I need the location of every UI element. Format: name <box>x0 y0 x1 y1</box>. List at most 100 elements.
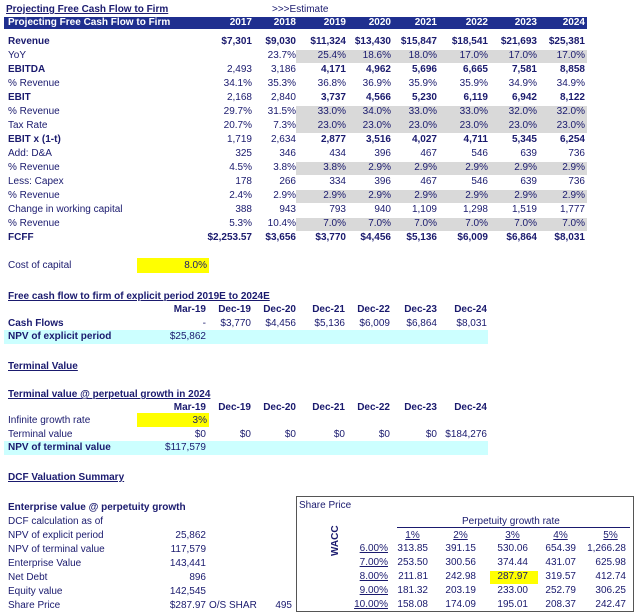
wacc-label: WACC <box>330 525 341 556</box>
row-label: Revenue <box>8 36 50 47</box>
year-header: 2019 <box>323 17 346 28</box>
ev-title: Enterprise value @ perpetuity growth <box>8 502 186 513</box>
sensitivity-cell: 158.08 <box>397 599 428 610</box>
ev-item-value: 25,862 <box>175 530 206 541</box>
row-label: % Revenue <box>8 190 60 201</box>
ev-item-value: 896 <box>189 572 206 583</box>
terminal-date: Mar-19 <box>173 402 206 413</box>
sensitivity-cell: 252.79 <box>545 585 576 596</box>
sensitivity-cell: 625.98 <box>595 557 626 568</box>
sensitivity-cell: 208.37 <box>545 599 576 610</box>
cash-flows-label: Cash Flows <box>8 318 64 329</box>
row-label: Tax Rate <box>8 120 48 131</box>
page-title: Projecting Free Cash Flow to Firm <box>6 4 169 15</box>
sensitivity-cell: 431.07 <box>545 557 576 568</box>
row-value: $25,381 <box>548 36 585 47</box>
dcf-title: DCF Valuation Summary <box>8 472 125 483</box>
cost-of-capital-value: 8.0% <box>184 260 207 271</box>
year-header: 2024 <box>562 17 585 28</box>
row-value: 2.9% <box>562 190 585 201</box>
explicit-cash-flow: $8,031 <box>456 318 487 329</box>
sensitivity-cell: 306.25 <box>595 585 626 596</box>
ev-item-label: Equity value <box>8 586 63 597</box>
terminal-value: $184,276 <box>445 429 487 440</box>
ev-item-value: 142,545 <box>169 586 206 597</box>
cost-of-capital-label: Cost of capital <box>8 260 72 271</box>
terminal-date: Dec-20 <box>263 402 296 413</box>
growth-rate-header: 3% <box>505 530 520 541</box>
row-value: 7.0% <box>562 218 585 229</box>
sensitivity-cell: 391.15 <box>445 543 476 554</box>
row-label: YoY <box>8 50 26 61</box>
explicit-date: Mar-19 <box>173 304 206 315</box>
sensitivity-cell: 1,266.28 <box>587 543 626 554</box>
ev-item-value: 117,579 <box>170 544 206 555</box>
terminal-title: Terminal value @ perpetual growth in 202… <box>8 389 211 400</box>
row-label: Change in working capital <box>8 204 123 215</box>
row-label: EBIT <box>8 92 31 103</box>
terminal-value: $0 <box>284 429 296 440</box>
ev-item-label: Net Debt <box>8 572 48 583</box>
explicit-cash-flow: $6,864 <box>406 318 437 329</box>
sensitivity-cell: 203.19 <box>445 585 476 596</box>
year-header: 2017 <box>229 17 252 28</box>
sensitivity-title: Share Price <box>299 500 352 511</box>
row-value: 32.0% <box>556 106 585 117</box>
terminal-date: Dec-19 <box>218 402 251 413</box>
terminal-date: Dec-23 <box>404 402 437 413</box>
share-price-label: Share Price <box>8 600 61 611</box>
sensitivity-cell: 181.32 <box>397 585 428 596</box>
npv-terminal-value: $117,579 <box>165 442 206 453</box>
sensitivity-cell: 242.98 <box>445 571 476 582</box>
growth-rate-value: 3% <box>192 415 207 426</box>
year-header: 2022 <box>465 17 488 28</box>
explicit-cash-flow: $3,770 <box>220 318 251 329</box>
share-price-value: $287.97 <box>169 600 206 611</box>
sensitivity-cell: 174.09 <box>445 599 476 610</box>
explicit-cash-flow: $5,136 <box>314 318 345 329</box>
row-label: % Revenue <box>8 78 60 89</box>
dcf-calc-label: DCF calculation as of <box>8 516 104 527</box>
terminal-date: Dec-24 <box>454 402 487 413</box>
row-value: 34.9% <box>556 78 585 89</box>
sensitivity-cell: 374.44 <box>497 557 528 568</box>
row-value: 2.9% <box>562 162 585 173</box>
npv-terminal-label: NPV of terminal value <box>8 442 111 453</box>
row-value: 23.0% <box>556 120 585 131</box>
ev-item-value: 143,441 <box>169 558 206 569</box>
header-label: Projecting Free Cash Flow to Firm <box>8 17 171 28</box>
growth-title-rule <box>397 527 630 528</box>
terminal-value-label: Terminal value <box>8 429 73 440</box>
row-label: EBITDA <box>8 64 46 75</box>
terminal-value-title: Terminal Value <box>8 361 78 372</box>
sensitivity-cell: 287.97 <box>497 571 528 582</box>
npv-explicit-label: NPV of explicit period <box>8 331 112 342</box>
year-header: 2020 <box>368 17 391 28</box>
growth-rate-title: Perpetuity growth rate <box>462 516 560 527</box>
terminal-value: $0 <box>425 429 437 440</box>
growth-rate-header: 1% <box>405 530 420 541</box>
npv-explicit-value: $25,862 <box>169 331 206 342</box>
row-value: 1,777 <box>559 204 585 215</box>
growth-rate-header: 4% <box>553 530 568 541</box>
row-label: Add: D&A <box>8 148 52 159</box>
explicit-date: Dec-24 <box>454 304 487 315</box>
explicit-date: Dec-23 <box>404 304 437 315</box>
estimate-label: >>>Estimate <box>272 4 329 15</box>
row-value: 8,122 <box>559 92 585 103</box>
year-header: 2018 <box>273 17 296 28</box>
year-header: 2021 <box>414 17 437 28</box>
sensitivity-cell: 300.56 <box>445 557 476 568</box>
row-value: $8,031 <box>554 232 585 243</box>
row-value: 736 <box>568 148 585 159</box>
explicit-cash-flow: - <box>202 318 206 329</box>
terminal-date: Dec-22 <box>357 402 390 413</box>
row-label: EBIT x (1-t) <box>8 134 61 145</box>
year-header: 2023 <box>514 17 537 28</box>
explicit-cash-flow: $6,009 <box>359 318 390 329</box>
sensitivity-cell: 319.57 <box>545 571 576 582</box>
growth-rate-header: 5% <box>603 530 618 541</box>
sensitivity-cell: 253.50 <box>397 557 428 568</box>
row-label: % Revenue <box>8 218 60 229</box>
row-label: FCFF <box>8 232 34 243</box>
